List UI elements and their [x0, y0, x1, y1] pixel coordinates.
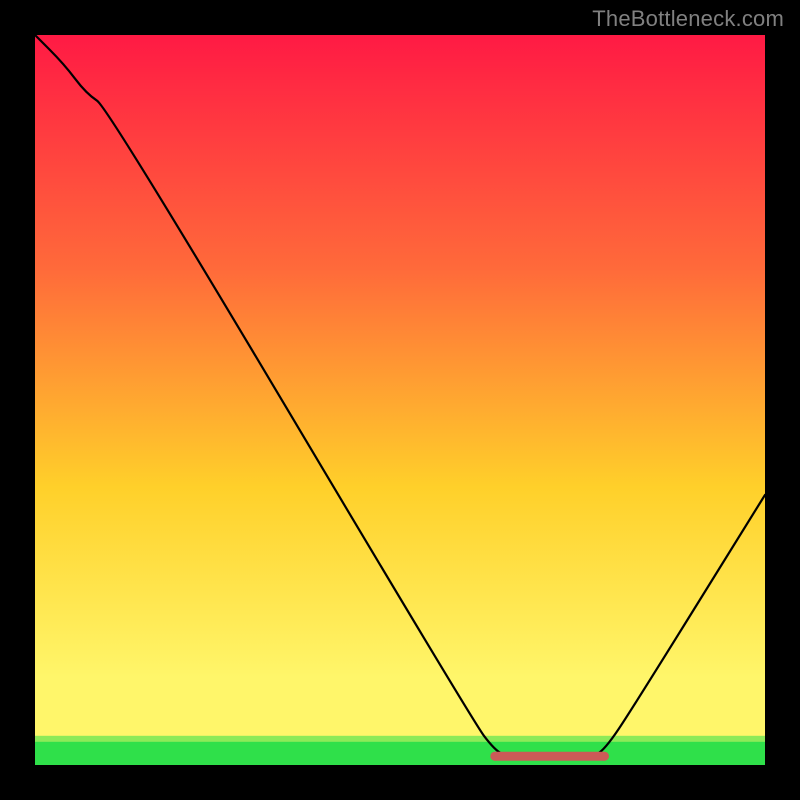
chart-frame: TheBottleneck.com — [0, 0, 800, 800]
plot-area — [35, 35, 765, 765]
watermark-label: TheBottleneck.com — [592, 6, 784, 32]
chart-svg — [35, 35, 765, 765]
gradient-background — [35, 35, 765, 765]
